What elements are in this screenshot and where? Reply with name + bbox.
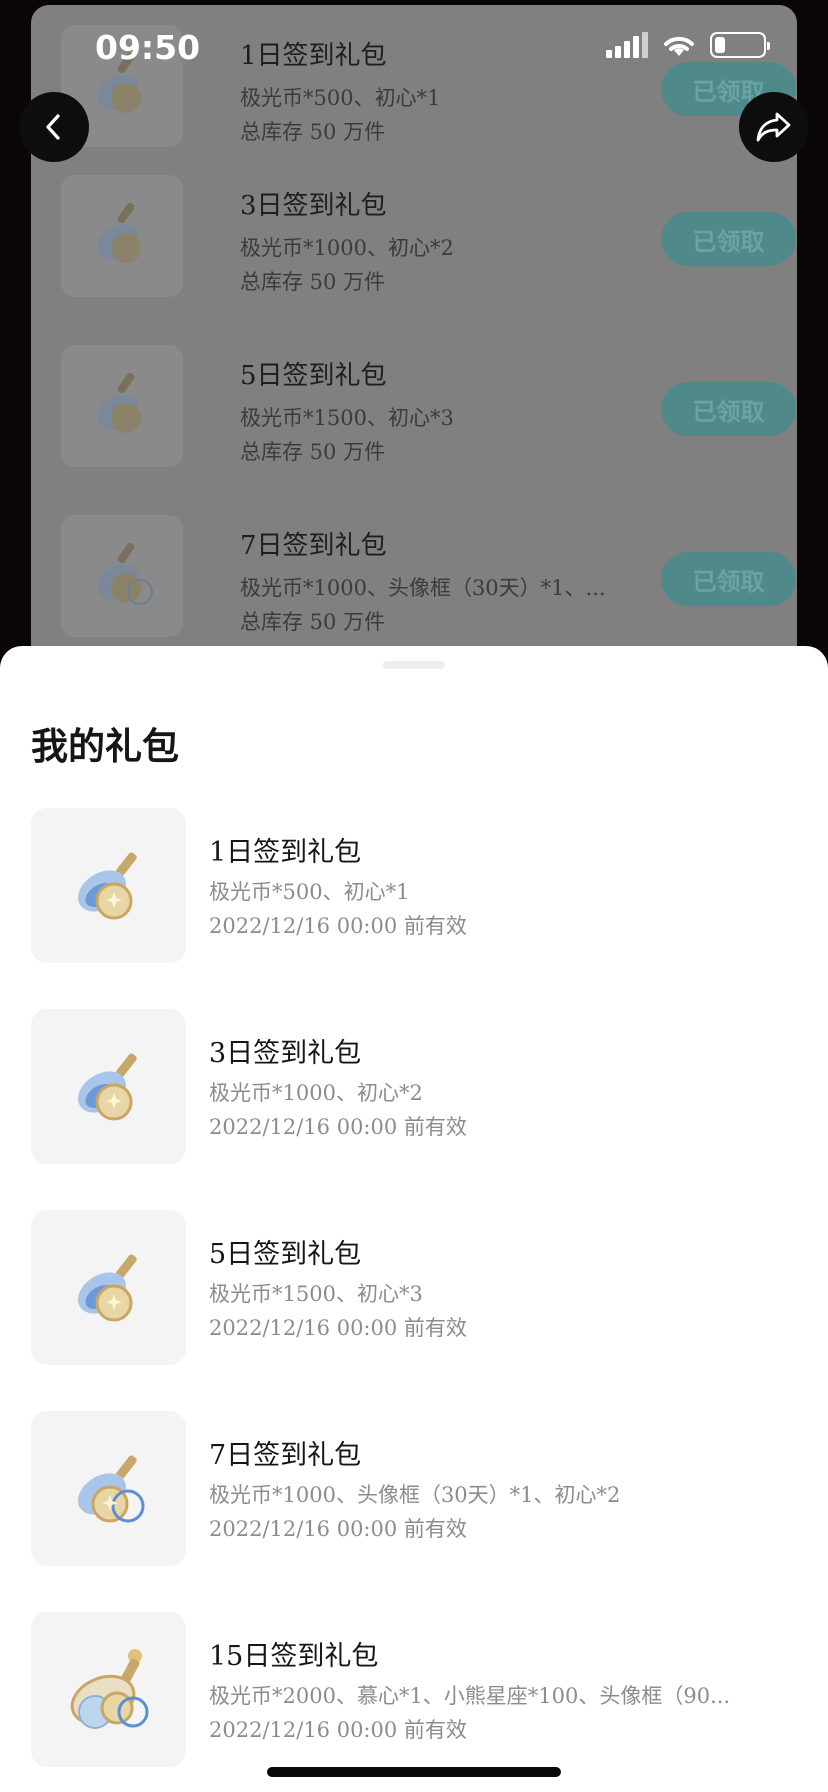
- potion-bottle-coin-icon: [31, 1612, 186, 1767]
- potion-bottle-coin-icon: [31, 1009, 186, 1164]
- background-row: 5日签到礼包 极光币*1500、初心*3 总库存 50 万件 已领取: [61, 345, 796, 475]
- chevron-left-icon: [46, 114, 60, 140]
- gift-expiry: 2022/12/16 00:00 前有效: [209, 1718, 467, 1742]
- potion-bottle-coin-icon: [31, 1210, 186, 1365]
- claimed-button[interactable]: 已领取: [661, 552, 796, 606]
- background-row: 3日签到礼包 极光币*1000、初心*2 总库存 50 万件 已领取: [61, 175, 796, 305]
- back-button[interactable]: [19, 92, 89, 162]
- gift-expiry: 2022/12/16 00:00 前有效: [209, 914, 467, 938]
- gift-item[interactable]: 1日签到礼包 极光币*500、初心*1 2022/12/16 00:00 前有效: [31, 808, 797, 964]
- sheet-grabber[interactable]: [383, 661, 445, 669]
- background-row-stock: 总库存 50 万件: [240, 270, 386, 294]
- background-row-stock: 总库存 50 万件: [240, 120, 386, 144]
- status-time: 09:50: [95, 28, 201, 67]
- background-row-desc: 极光币*1000、头像框（30天）*1、...: [240, 576, 606, 600]
- background-row-title: 7日签到礼包: [240, 531, 387, 561]
- background-row-stock: 总库存 50 万件: [240, 440, 386, 464]
- gift-item[interactable]: 5日签到礼包 极光币*1500、初心*3 2022/12/16 00:00 前有…: [31, 1210, 797, 1366]
- gift-expiry: 2022/12/16 00:00 前有效: [209, 1316, 467, 1340]
- gift-name: 1日签到礼包: [209, 837, 362, 868]
- background-row-title: 5日签到礼包: [240, 361, 387, 391]
- potion-bottle-coin-icon: [31, 808, 186, 963]
- gift-item[interactable]: 3日签到礼包 极光币*1000、初心*2 2022/12/16 00:00 前有…: [31, 1009, 797, 1165]
- gift-desc: 极光币*1000、头像框（30天）*1、初心*2: [209, 1483, 621, 1507]
- home-indicator[interactable]: [267, 1767, 561, 1777]
- background-row-desc: 极光币*1500、初心*3: [240, 406, 454, 430]
- share-arrow-icon: [756, 112, 791, 142]
- background-row: 7日签到礼包 极光币*1000、头像框（30天）*1、... 总库存 50 万件…: [61, 515, 796, 645]
- gift-name: 3日签到礼包: [209, 1038, 362, 1069]
- potion-bottle-coin-icon: [61, 515, 183, 637]
- gift-name: 7日签到礼包: [209, 1440, 362, 1471]
- background-row-title: 1日签到礼包: [240, 41, 387, 71]
- background-row-title: 3日签到礼包: [240, 191, 387, 221]
- background-row-desc: 极光币*1000、初心*2: [240, 236, 454, 260]
- potion-bottle-coin-icon: [61, 175, 183, 297]
- gift-desc: 极光币*2000、慕心*1、小熊星座*100、头像框（90...: [209, 1684, 731, 1708]
- my-gifts-sheet: 我的礼包 1日签到礼包 极光币*500、初心*1 2022/12/16 00:0…: [0, 646, 828, 1792]
- gift-desc: 极光币*500、初心*1: [209, 880, 410, 904]
- cellular-signal-icon: [606, 32, 648, 58]
- potion-bottle-coin-icon: [31, 1411, 186, 1566]
- claimed-button[interactable]: 已领取: [661, 382, 796, 436]
- gift-item[interactable]: 15日签到礼包 极光币*2000、慕心*1、小熊星座*100、头像框（90...…: [31, 1612, 797, 1768]
- gift-expiry: 2022/12/16 00:00 前有效: [209, 1115, 467, 1139]
- gift-desc: 极光币*1500、初心*3: [209, 1282, 423, 1306]
- wifi-icon: [664, 36, 694, 56]
- status-icons: [606, 32, 770, 58]
- share-button[interactable]: [739, 92, 809, 162]
- gift-name: 15日签到礼包: [209, 1641, 379, 1672]
- gift-expiry: 2022/12/16 00:00 前有效: [209, 1517, 467, 1541]
- background-row-desc: 极光币*500、初心*1: [240, 86, 441, 110]
- gift-name: 5日签到礼包: [209, 1239, 362, 1270]
- background-gift-list: 1日签到礼包 极光币*500、初心*1 总库存 50 万件 已领取 3日签到礼包…: [31, 5, 797, 705]
- gift-desc: 极光币*1000、初心*2: [209, 1081, 423, 1105]
- claimed-button[interactable]: 已领取: [661, 212, 796, 266]
- background-row-stock: 总库存 50 万件: [240, 610, 386, 634]
- sheet-title: 我的礼包: [31, 725, 179, 768]
- potion-bottle-coin-icon: [61, 345, 183, 467]
- gift-item[interactable]: 7日签到礼包 极光币*1000、头像框（30天）*1、初心*2 2022/12/…: [31, 1411, 797, 1567]
- battery-icon: [710, 32, 770, 58]
